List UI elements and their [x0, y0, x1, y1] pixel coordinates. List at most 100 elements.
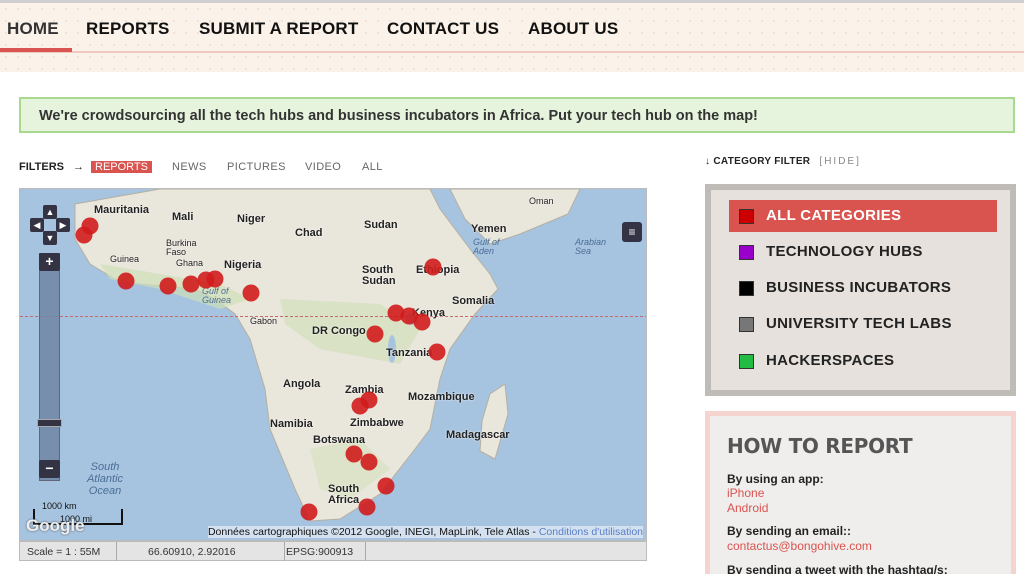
filter-news[interactable]: NEWS — [172, 161, 207, 173]
report-marker[interactable] — [360, 453, 378, 471]
report-marker[interactable] — [428, 343, 446, 361]
filters-label: FILTERS — [19, 161, 65, 173]
report-marker[interactable] — [366, 325, 384, 343]
report-marker[interactable] — [351, 397, 369, 415]
report-marker[interactable] — [206, 270, 224, 288]
category-filter-title: CATEGORY FILTER — [713, 156, 811, 167]
email-label: By sending an email:: — [727, 524, 852, 538]
report-marker[interactable] — [159, 277, 177, 295]
email-link[interactable]: contactus@bongohive.com — [727, 539, 872, 553]
reports-map[interactable]: Mauritania Mali Niger Chad Sudan Oman Ye… — [19, 188, 647, 541]
ocean-label: South Atlantic Ocean — [86, 461, 124, 497]
report-marker[interactable] — [413, 313, 431, 331]
map-statusbar: Scale = 1 : 55M 66.60910, 2.92016 EPSG:9… — [19, 541, 647, 561]
nav-reports[interactable]: REPORTS — [86, 19, 170, 39]
divider — [365, 542, 366, 561]
zoom-in-button[interactable]: + — [39, 253, 60, 271]
map-label: Mauritania — [94, 204, 150, 216]
nav-about-us[interactable]: ABOUT US — [528, 19, 618, 39]
map-label: Madagascar — [446, 429, 510, 441]
map-label: Zimbabwe — [350, 417, 404, 429]
pan-down-icon[interactable]: ▼ — [43, 231, 57, 245]
category-university-tech-labs[interactable]: UNIVERSITY TECH LABS — [729, 308, 997, 340]
swatch-icon — [739, 354, 754, 369]
map-label: Sudan — [364, 219, 398, 231]
category-business-incubators[interactable]: BUSINESS INCUBATORS — [729, 272, 997, 304]
divider — [284, 542, 285, 561]
android-link[interactable]: Android — [727, 501, 768, 515]
filter-pictures[interactable]: PICTURES — [227, 161, 286, 173]
arrow-down-icon: ↓ — [705, 156, 711, 167]
map-label: Niger — [237, 213, 266, 225]
site-header: HOME REPORTS SUBMIT A REPORT CONTACT US … — [0, 0, 1024, 72]
iphone-link[interactable]: iPhone — [727, 486, 764, 500]
report-marker[interactable] — [424, 258, 442, 276]
nav-contact-us[interactable]: CONTACT US — [387, 19, 499, 39]
swatch-icon — [739, 245, 754, 260]
how-to-report-panel: HOW TO REPORT By using an app: iPhone An… — [705, 411, 1016, 574]
category-label: BUSINESS INCUBATORS — [766, 279, 952, 296]
swatch-icon — [739, 317, 754, 332]
scale-readout: Scale = 1 : 55M — [27, 546, 101, 558]
announcement-banner: We're crowdsourcing all the tech hubs an… — [19, 97, 1015, 133]
map-label: Gulf of Guinea — [202, 286, 232, 305]
filter-all[interactable]: ALL — [362, 161, 383, 173]
category-label: HACKERSPACES — [766, 352, 895, 369]
report-marker[interactable] — [75, 226, 93, 244]
report-marker[interactable] — [300, 503, 318, 521]
google-logo: Google — [26, 516, 85, 535]
map-label: Yemen — [471, 223, 507, 235]
map-label: South Sudan — [362, 264, 396, 287]
report-marker[interactable] — [242, 284, 260, 302]
layers-icon[interactable]: ≡ — [622, 222, 642, 242]
map-label: Guinea — [110, 254, 140, 264]
pan-right-icon[interactable]: ▶ — [56, 218, 70, 232]
map-label: Somalia — [452, 295, 495, 307]
nav-home[interactable]: HOME — [7, 19, 59, 39]
projection-readout: EPSG:900913 — [286, 546, 354, 558]
active-nav-indicator — [0, 48, 72, 52]
divider — [116, 542, 117, 561]
map-label: Oman — [529, 196, 554, 206]
zoom-out-button[interactable]: − — [39, 460, 60, 478]
pan-left-icon[interactable]: ◀ — [30, 218, 44, 232]
hide-link[interactable]: [HIDE] — [819, 156, 860, 167]
map-label: Gulf of Aden — [473, 237, 500, 256]
map-credits: Données cartographiques ©2012 Google, IN… — [207, 526, 643, 538]
map-label: Nigeria — [224, 259, 262, 271]
category-filter-panel: ALL CATEGORIES TECHNOLOGY HUBS BUSINESS … — [705, 184, 1016, 396]
swatch-icon — [739, 281, 754, 296]
category-label: UNIVERSITY TECH LABS — [766, 315, 952, 332]
category-hackerspaces[interactable]: HACKERSPACES — [729, 345, 997, 377]
report-marker[interactable] — [117, 272, 135, 290]
tweet-label: By sending a tweet with the hashtag/s: — [727, 563, 948, 574]
pan-up-icon[interactable]: ▲ — [43, 205, 57, 219]
terms-link[interactable]: Conditions d'utilisation — [539, 526, 643, 538]
pan-control: ▲ ◀ ▶ ▼ — [30, 205, 70, 245]
map-label: Ghana — [176, 258, 204, 268]
scale-km-label: 1000 km — [42, 501, 77, 511]
report-marker[interactable] — [358, 498, 376, 516]
map-label: Botswana — [313, 434, 365, 446]
zoom-slider-handle[interactable] — [37, 419, 62, 427]
map-label: Angola — [283, 378, 321, 390]
map-label: Mali — [172, 211, 194, 223]
how-to-report-title: HOW TO REPORT — [727, 434, 913, 458]
zoom-slider[interactable] — [39, 253, 60, 481]
swatch-icon — [739, 209, 754, 224]
filter-video[interactable]: VIDEO — [305, 161, 341, 173]
app-label: By using an app: — [727, 472, 824, 486]
filter-reports[interactable]: REPORTS — [91, 161, 152, 173]
credits-text: Données cartographiques ©2012 Google, IN… — [207, 526, 539, 538]
category-all[interactable]: ALL CATEGORIES — [729, 200, 997, 232]
main-nav: HOME REPORTS SUBMIT A REPORT CONTACT US … — [0, 3, 1024, 53]
arrow-right-icon: → — [73, 161, 84, 173]
map-label: Gabon — [250, 316, 278, 326]
map-label: Burkina Faso — [166, 238, 197, 257]
report-marker[interactable] — [377, 477, 395, 495]
nav-submit-report[interactable]: SUBMIT A REPORT — [199, 19, 358, 39]
category-label: TECHNOLOGY HUBS — [766, 243, 923, 260]
category-technology-hubs[interactable]: TECHNOLOGY HUBS — [729, 236, 997, 268]
category-label: ALL CATEGORIES — [766, 207, 902, 224]
category-filter-header: ↓ CATEGORY FILTER [HIDE] — [705, 156, 861, 167]
